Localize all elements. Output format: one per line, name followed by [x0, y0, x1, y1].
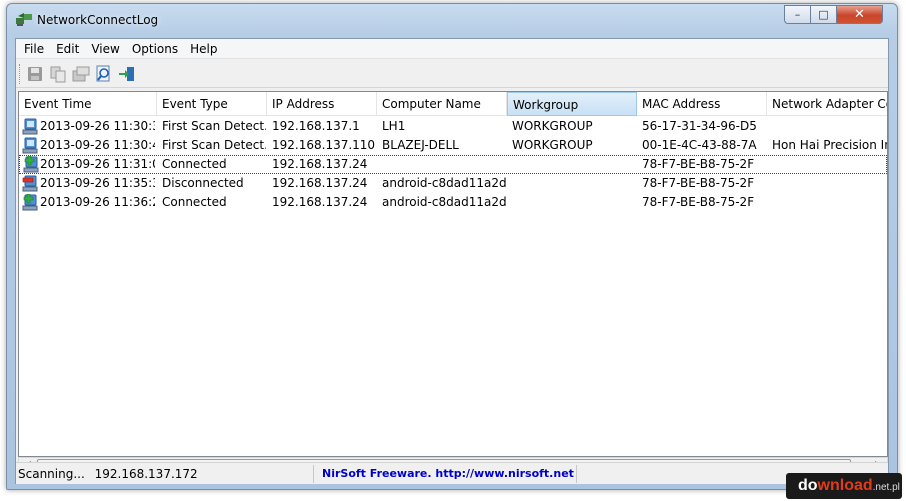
status-bar: Scanning... 192.168.137.172 NirSoft Free…	[16, 462, 888, 484]
cell-ip: 192.168.137.24	[272, 195, 368, 209]
disconnected-icon	[22, 175, 38, 192]
minimize-icon: –	[794, 8, 801, 21]
watermark-logo: download.net.pl	[786, 473, 902, 499]
exit-icon[interactable]	[118, 65, 136, 83]
status-scanning-ip: 192.168.137.172	[94, 467, 198, 481]
title-bar[interactable]: NetworkConnectLog – □ ✕	[7, 4, 897, 36]
cell-computer: BLAZEJ-DELL	[382, 138, 459, 152]
cell-ip: 192.168.137.24	[272, 176, 368, 190]
close-icon: ✕	[854, 7, 865, 22]
toolbar-grip[interactable]	[19, 64, 22, 84]
client-area: File Edit View Options Help Event Time E…	[15, 38, 889, 484]
table-row[interactable]: 2013-09-26 11:30:41 First Scan Detect...…	[19, 136, 887, 155]
app-window: NetworkConnectLog – □ ✕ File Edit View O…	[6, 3, 898, 490]
network-computer-icon	[22, 118, 38, 135]
cell-mac: 00-1E-4C-43-88-7A	[642, 138, 757, 152]
watermark-text-suffix: .net.pl	[872, 482, 900, 493]
table-row[interactable]: 2013-09-26 11:30:37 First Scan Detect...…	[19, 117, 887, 136]
cell-event-type: First Scan Detect...	[162, 138, 266, 152]
column-ip-address[interactable]: IP Address	[267, 92, 377, 116]
find-icon[interactable]	[95, 65, 113, 83]
cell-event-time: 2013-09-26 11:30:37	[40, 119, 155, 133]
cell-adapter: Hon Hai Precision Ind.	[772, 138, 887, 152]
close-button[interactable]: ✕	[837, 5, 883, 24]
menu-file[interactable]: File	[18, 39, 50, 59]
cell-computer	[382, 155, 506, 174]
column-mac-address[interactable]: MAC Address	[637, 92, 767, 116]
watermark-text-pre: do	[798, 477, 818, 494]
window-title: NetworkConnectLog	[37, 13, 159, 27]
column-computer-name[interactable]: Computer Name	[377, 92, 507, 116]
cell-event-time: 2013-09-26 11:36:27	[40, 195, 155, 209]
copy-icon[interactable]	[49, 65, 67, 83]
toolbar	[16, 60, 888, 88]
cell-mac: 78-F7-BE-B8-75-2F	[642, 195, 755, 209]
menu-bar: File Edit View Options Help	[16, 39, 888, 59]
table-row[interactable]: 2013-09-26 11:36:27 Connected 192.168.13…	[19, 193, 887, 212]
maximize-icon: □	[818, 8, 829, 21]
watermark-text-mid: wnload	[817, 477, 873, 494]
menu-options[interactable]: Options	[126, 39, 184, 59]
cell-computer: android-c8dad11a2d...	[382, 176, 506, 190]
cell-event-time: 2013-09-26 11:30:41	[40, 138, 155, 152]
column-event-type[interactable]: Event Type	[157, 92, 267, 116]
nirsoft-link[interactable]: NirSoft Freeware. http://www.nirsoft.net	[322, 465, 574, 483]
network-computer-icon	[22, 137, 38, 154]
cell-event-type: First Scan Detect...	[162, 119, 266, 133]
cell-workgroup	[512, 155, 636, 174]
cell-adapter	[772, 193, 887, 212]
status-scanning-label: Scanning...	[18, 467, 85, 481]
cell-mac: 56-17-31-34-96-D5	[642, 119, 757, 133]
cell-computer: LH1	[382, 119, 406, 133]
save-icon[interactable]	[26, 65, 44, 83]
cell-computer: android-c8dad11a2d...	[382, 195, 506, 209]
cell-ip: 192.168.137.110	[272, 138, 376, 152]
menu-view[interactable]: View	[85, 39, 125, 59]
connected-icon	[23, 156, 39, 173]
list-header: Event Time Event Type IP Address Compute…	[19, 92, 887, 116]
menu-help[interactable]: Help	[184, 39, 223, 59]
cell-ip: 192.168.137.24	[272, 157, 368, 171]
properties-icon[interactable]	[72, 65, 90, 83]
table-row[interactable]: 2013-09-26 11:31:01 Connected 192.168.13…	[19, 155, 887, 174]
cell-ip: 192.168.137.1	[272, 119, 360, 133]
cell-event-time: 2013-09-26 11:35:36	[40, 176, 155, 190]
cell-workgroup: WORKGROUP	[512, 138, 593, 152]
cell-event-type: Connected	[162, 157, 227, 171]
menu-edit[interactable]: Edit	[50, 39, 85, 59]
connected-icon	[22, 194, 38, 211]
table-row[interactable]: 2013-09-26 11:35:36 Disconnected 192.168…	[19, 174, 887, 193]
event-list[interactable]: Event Time Event Type IP Address Compute…	[18, 91, 888, 457]
maximize-button[interactable]: □	[811, 5, 837, 24]
cell-workgroup	[512, 174, 636, 193]
app-icon	[16, 13, 32, 26]
cell-event-type: Connected	[162, 195, 227, 209]
column-workgroup[interactable]: Workgroup	[507, 92, 637, 116]
status-scanning: Scanning... 192.168.137.172	[18, 465, 314, 483]
cell-mac: 78-F7-BE-B8-75-2F	[642, 157, 755, 171]
cell-adapter	[772, 174, 887, 193]
cell-mac: 78-F7-BE-B8-75-2F	[642, 176, 755, 190]
cell-workgroup: WORKGROUP	[512, 119, 593, 133]
cell-event-type: Disconnected	[162, 176, 244, 190]
cell-adapter	[772, 117, 887, 136]
cell-adapter	[772, 155, 887, 174]
cell-workgroup	[512, 193, 636, 212]
cell-event-time: 2013-09-26 11:31:01	[40, 157, 155, 171]
column-event-time[interactable]: Event Time	[19, 92, 157, 116]
minimize-button[interactable]: –	[784, 5, 811, 24]
column-network-adapter[interactable]: Network Adapter Com	[767, 92, 887, 116]
